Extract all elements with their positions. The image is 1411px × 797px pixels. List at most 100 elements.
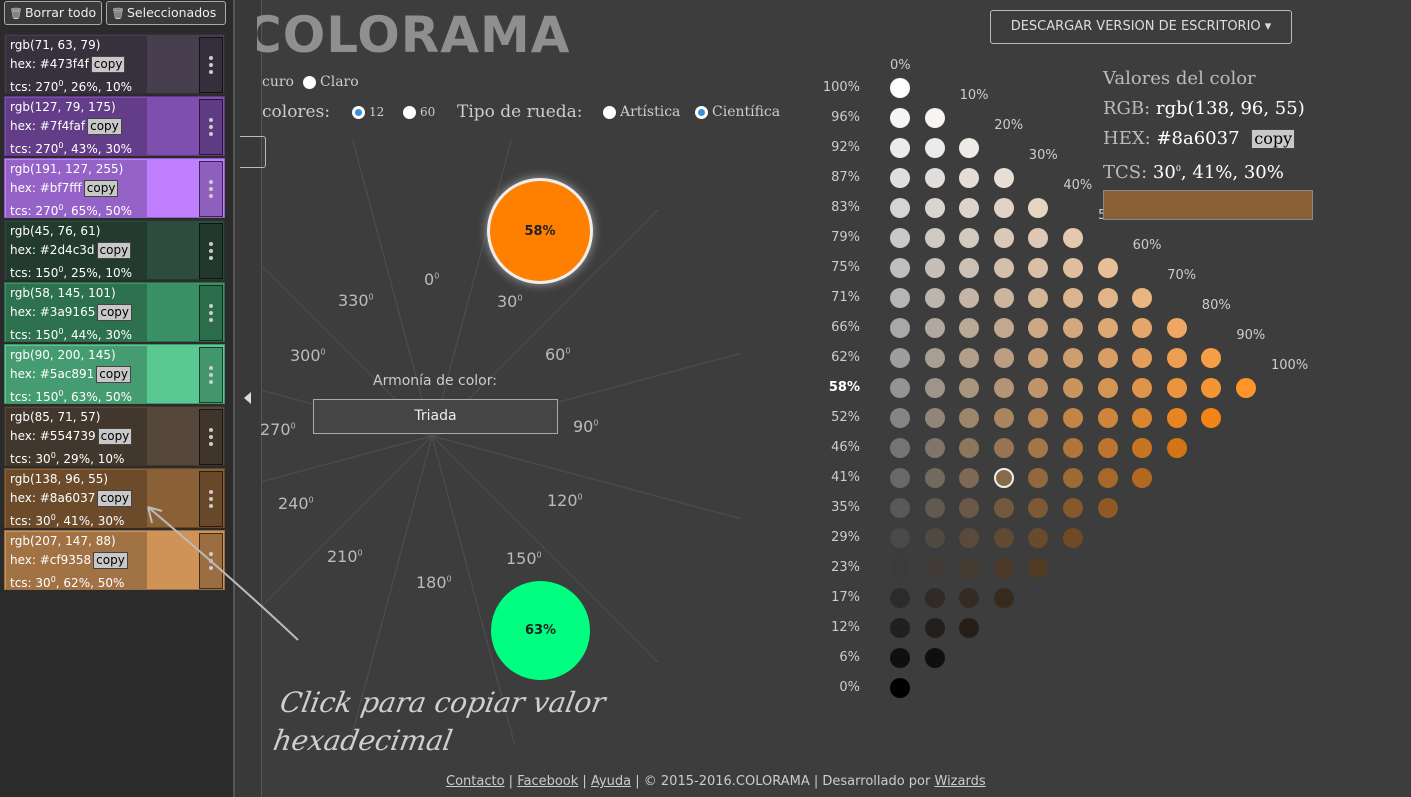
color-cell[interactable] bbox=[1063, 498, 1083, 518]
color-cell[interactable] bbox=[1097, 258, 1118, 278]
color-cell[interactable] bbox=[924, 468, 945, 488]
color-cell[interactable] bbox=[1132, 408, 1153, 428]
color-cell[interactable] bbox=[924, 258, 945, 278]
color-cell[interactable] bbox=[890, 348, 910, 368]
color-cell[interactable] bbox=[1201, 378, 1222, 398]
facebook-link[interactable]: Facebook bbox=[517, 774, 578, 789]
color-cell[interactable] bbox=[924, 648, 945, 668]
color-cell[interactable] bbox=[890, 198, 910, 218]
color-cell[interactable] bbox=[959, 528, 980, 548]
color-cell[interactable] bbox=[1201, 348, 1222, 368]
color-cell[interactable] bbox=[959, 348, 980, 368]
color-cell[interactable] bbox=[1132, 348, 1153, 368]
color-cell[interactable] bbox=[959, 468, 980, 488]
color-cell[interactable] bbox=[1063, 258, 1083, 278]
color-cell[interactable] bbox=[924, 108, 945, 128]
radio-12[interactable] bbox=[352, 105, 365, 119]
swatch-item[interactable]: rgb(191, 127, 255) hex: #bf7fff copy tcs: 2… bbox=[4, 158, 225, 218]
color-cell[interactable] bbox=[993, 498, 1014, 518]
color-cell[interactable] bbox=[1097, 498, 1118, 518]
copy-button[interactable]: copy bbox=[87, 118, 122, 135]
color-cell[interactable] bbox=[993, 408, 1014, 428]
selected-button[interactable]: 🗑 Seleccionados bbox=[106, 1, 226, 25]
color-cell[interactable] bbox=[890, 648, 910, 668]
option-12[interactable]: 12 bbox=[352, 104, 384, 120]
help-link[interactable]: Ayuda bbox=[591, 774, 631, 789]
color-cell[interactable] bbox=[1063, 228, 1083, 248]
color-cell[interactable] bbox=[924, 228, 945, 248]
color-cell[interactable] bbox=[1063, 318, 1083, 338]
color-cell[interactable] bbox=[1028, 468, 1049, 488]
color-cell[interactable] bbox=[1201, 408, 1222, 428]
color-cell[interactable] bbox=[959, 618, 980, 638]
kebab-menu-icon[interactable] bbox=[199, 37, 223, 93]
color-cell[interactable] bbox=[1132, 468, 1153, 488]
swatch-item[interactable]: rgb(45, 76, 61) hex: #2d4c3d copy tcs: 1500… bbox=[4, 220, 225, 280]
color-cell[interactable] bbox=[1028, 348, 1049, 368]
color-cell[interactable] bbox=[959, 258, 980, 278]
color-cell[interactable] bbox=[993, 228, 1014, 248]
color-cell[interactable] bbox=[890, 438, 910, 458]
color-cell[interactable] bbox=[959, 498, 980, 518]
wizards-link[interactable]: Wizards bbox=[935, 774, 986, 789]
color-cell[interactable] bbox=[890, 558, 910, 578]
color-cell[interactable] bbox=[924, 558, 945, 578]
color-cell[interactable] bbox=[1166, 348, 1187, 368]
clear-all-button[interactable]: 🗑 Borrar todo bbox=[4, 1, 102, 25]
color-cell[interactable] bbox=[1028, 228, 1049, 248]
color-cell[interactable] bbox=[1132, 438, 1153, 458]
color-cell[interactable] bbox=[1028, 258, 1049, 278]
color-cell[interactable] bbox=[890, 288, 910, 308]
color-cell[interactable] bbox=[1063, 348, 1083, 368]
kebab-menu-icon[interactable] bbox=[199, 161, 223, 217]
color-cell[interactable] bbox=[993, 318, 1014, 338]
color-cell[interactable] bbox=[1028, 288, 1049, 308]
copy-button[interactable]: copy bbox=[96, 242, 132, 259]
harmony-select[interactable]: Triada bbox=[313, 399, 558, 434]
color-cell[interactable] bbox=[1028, 528, 1049, 548]
color-cell[interactable] bbox=[993, 588, 1014, 608]
copy-button[interactable]: copy bbox=[96, 366, 131, 383]
color-cell[interactable] bbox=[1132, 288, 1153, 308]
color-cell[interactable] bbox=[1028, 558, 1049, 578]
color-cell[interactable] bbox=[959, 168, 980, 188]
color-cell[interactable] bbox=[890, 228, 910, 248]
copy-button[interactable]: copy bbox=[97, 304, 133, 321]
color-cell[interactable] bbox=[1236, 378, 1256, 398]
color-cell[interactable] bbox=[1097, 408, 1118, 428]
color-cell[interactable] bbox=[890, 78, 910, 98]
radio-60[interactable] bbox=[403, 105, 416, 119]
color-cell[interactable] bbox=[993, 438, 1014, 458]
theme-light-option[interactable]: Claro bbox=[303, 74, 359, 90]
color-cell[interactable] bbox=[1063, 378, 1083, 398]
color-cell[interactable] bbox=[1166, 318, 1187, 338]
kebab-menu-icon[interactable] bbox=[199, 285, 223, 341]
color-cell[interactable] bbox=[924, 438, 945, 458]
color-cell[interactable] bbox=[890, 408, 910, 428]
color-cell[interactable] bbox=[959, 588, 980, 608]
option-artistic[interactable]: Artística bbox=[603, 104, 680, 120]
option-60[interactable]: 60 bbox=[403, 104, 435, 120]
copy-button[interactable]: copy bbox=[97, 428, 133, 445]
color-cell[interactable] bbox=[890, 258, 910, 278]
color-cell[interactable] bbox=[1166, 438, 1187, 458]
harmony-color-top[interactable]: 58% bbox=[490, 181, 590, 281]
color-cell[interactable] bbox=[993, 528, 1014, 548]
color-cell[interactable] bbox=[1063, 528, 1083, 548]
color-cell[interactable] bbox=[1166, 408, 1187, 428]
copy-button[interactable]: copy bbox=[90, 56, 126, 73]
collapse-panel-handle[interactable] bbox=[234, 0, 262, 797]
copy-button[interactable]: copy bbox=[93, 552, 128, 569]
copy-button[interactable]: copy bbox=[83, 180, 119, 197]
color-cell[interactable] bbox=[890, 588, 910, 608]
color-cell[interactable] bbox=[1063, 468, 1083, 488]
radio-scientific[interactable] bbox=[695, 105, 708, 119]
color-cell[interactable] bbox=[1028, 498, 1049, 518]
color-cell[interactable] bbox=[959, 438, 980, 458]
color-cell[interactable] bbox=[1028, 438, 1049, 458]
radio-artistic[interactable] bbox=[603, 105, 616, 119]
color-cell[interactable] bbox=[1028, 318, 1049, 338]
swatch-item[interactable]: rgb(58, 145, 101) hex: #3a9165 copy tcs: 15… bbox=[4, 282, 225, 342]
swatch-item[interactable]: rgb(71, 63, 79) hex: #473f4f copy tcs: 2700… bbox=[4, 34, 225, 94]
color-cell[interactable] bbox=[993, 378, 1014, 398]
